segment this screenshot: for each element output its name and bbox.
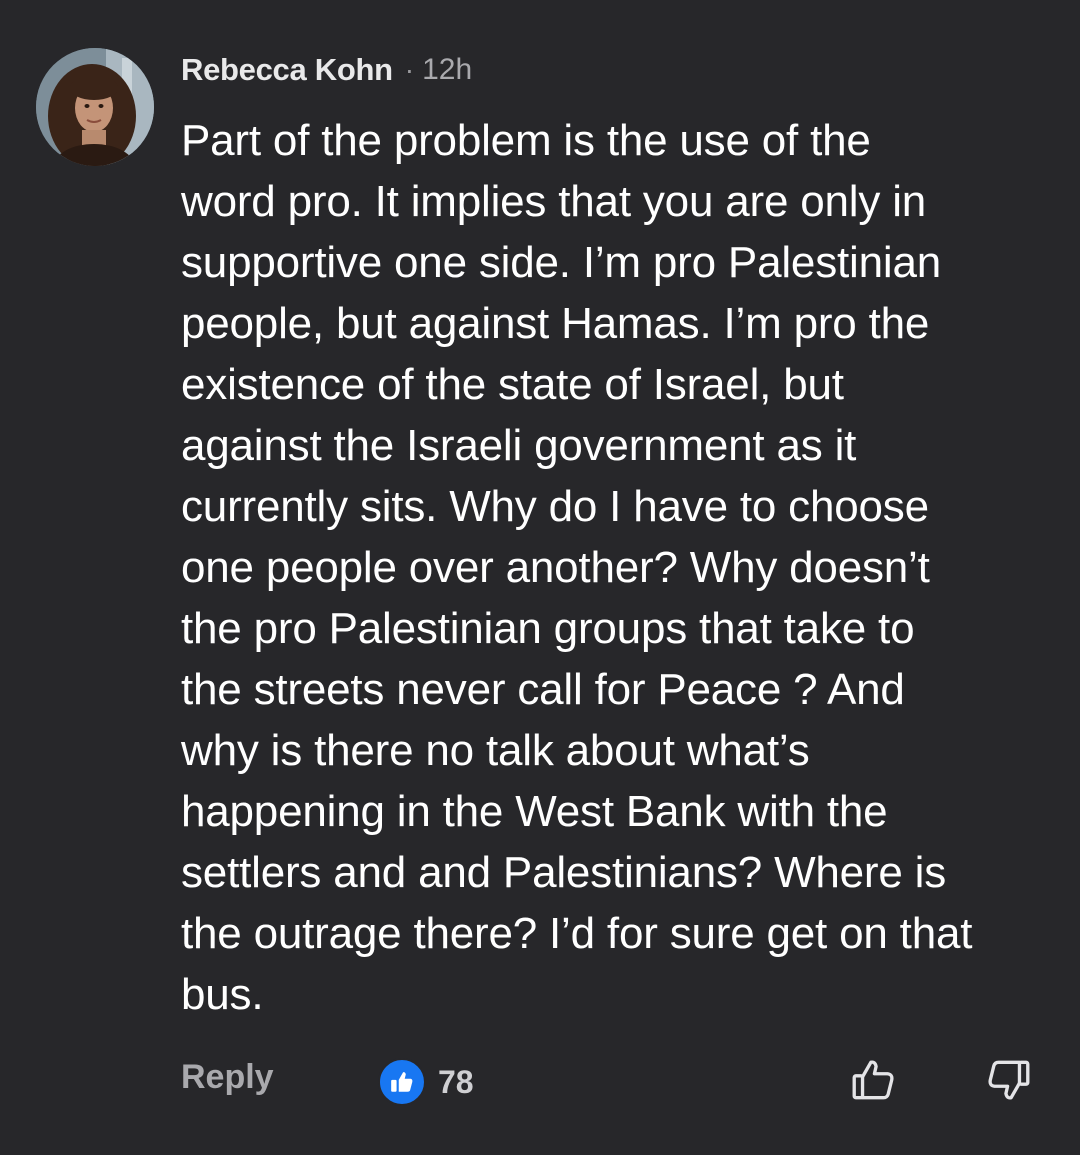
comment-line: bus. [181,970,264,1019]
thumbs-up-outline-icon[interactable] [846,1052,902,1108]
comment-line: people, but against Hamas. I’m pro the [181,299,930,348]
comment-line: currently sits. Why do I have to choose [181,482,929,531]
like-summary[interactable]: 78 [378,1058,474,1106]
comment-line: Part of the problem is the use of the [181,116,871,165]
comment-actions: Reply 78 [0,1050,1080,1114]
comment-line: happening in the West Bank with the [181,787,888,836]
thumbs-up-icon [378,1058,426,1106]
comment-line: settlers and and Palestinians? Where is [181,848,947,897]
comment-line: the streets never call for Peace ? And [181,665,905,714]
comment-line: supportive one side. I’m pro Palestinian [181,238,941,287]
reply-button[interactable]: Reply [181,1058,274,1097]
comment-line: one people over another? Why doesn’t [181,543,930,592]
comment-header: Rebecca Kohn · 12h [181,50,472,90]
comment-line: existence of the state of Israel, but [181,360,844,409]
comment-line: the outrage there? I’d for sure get on t… [181,909,973,958]
user-avatar[interactable] [36,48,154,166]
like-count: 78 [438,1063,474,1100]
comment-timestamp: 12h [422,53,473,86]
comment-body: Part of the problem is the use of the wo… [181,110,1061,1025]
thumbs-down-outline-icon[interactable] [980,1052,1036,1108]
comment-line: why is there no talk about what’s [181,726,810,775]
comment-line: the pro Palestinian groups that take to [181,604,915,653]
comment: Rebecca Kohn · 12h Part of the problem i… [0,0,1080,1155]
comment-line: against the Israeli government as it [181,421,857,470]
author-name[interactable]: Rebecca Kohn [181,52,393,88]
header-separator: · [404,54,415,85]
comment-line: word pro. It implies that you are only i… [181,177,927,226]
